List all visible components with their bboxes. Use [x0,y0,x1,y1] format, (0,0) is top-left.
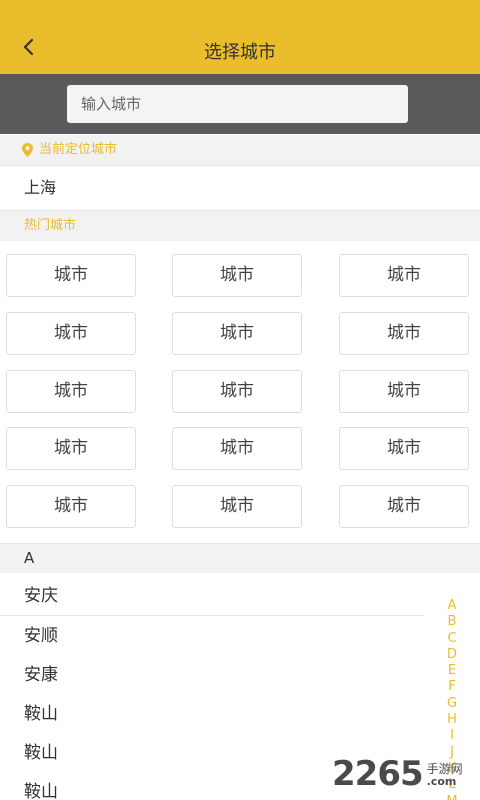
current-city-item[interactable]: 上海 [0,165,480,211]
hot-city-button[interactable]: 城市 [172,312,302,355]
watermark-domain: .com [426,775,457,788]
watermark-logo-text: 2265 [332,754,424,794]
hot-city-button[interactable]: 城市 [6,427,136,470]
search-input[interactable] [67,85,408,123]
index-letter[interactable]: I [440,728,464,744]
location-pin-icon [22,143,33,157]
hot-city-button[interactable]: 城市 [172,254,302,297]
hot-city-button[interactable]: 城市 [339,370,469,413]
location-section-label: 当前定位城市 [39,142,118,157]
city-list-item[interactable]: 鞍山 [0,694,424,734]
hot-city-button[interactable]: 城市 [339,485,469,528]
hot-city-button[interactable]: 城市 [6,254,136,297]
city-list-item[interactable]: 安顺 [0,616,424,656]
hot-city-button[interactable]: 城市 [339,312,469,355]
page-title: 选择城市 [204,42,276,63]
index-letter[interactable]: E [440,663,464,679]
hot-city-button[interactable]: 城市 [339,427,469,470]
index-letter[interactable]: B [440,614,464,630]
watermark-caption: 手游网 [426,762,463,776]
city-list-item[interactable]: 安庆 [0,576,424,616]
hot-city-button[interactable]: 城市 [6,312,136,355]
hot-cities-header: 热门城市 [0,211,480,241]
city-list-item[interactable]: 安康 [0,655,424,695]
index-letter[interactable]: D [440,647,464,663]
hot-city-button[interactable]: 城市 [6,485,136,528]
index-letter[interactable]: G [440,696,464,712]
letter-section-header: A [0,543,480,573]
index-letter[interactable]: F [440,679,464,695]
hot-city-button[interactable]: 城市 [339,254,469,297]
location-section-header: 当前定位城市 [0,135,480,165]
hot-city-button[interactable]: 城市 [172,370,302,413]
index-letter[interactable]: H [440,712,464,728]
site-watermark: 2265 手游网 .com [332,752,463,792]
index-letter[interactable]: C [440,631,464,647]
hot-city-button[interactable]: 城市 [172,485,302,528]
watermark-side: 手游网 .com [427,762,463,788]
header-bar: 选择城市 [0,0,480,74]
hot-city-button[interactable]: 城市 [6,370,136,413]
index-letter[interactable]: M [440,794,464,800]
hot-city-button[interactable]: 城市 [172,427,302,470]
search-bar [0,74,480,134]
index-letter[interactable]: A [440,598,464,614]
hot-cities-grid: 城市 城市 城市 城市 城市 城市 城市 城市 城市 城市 城市 城市 城市 城… [0,241,480,543]
